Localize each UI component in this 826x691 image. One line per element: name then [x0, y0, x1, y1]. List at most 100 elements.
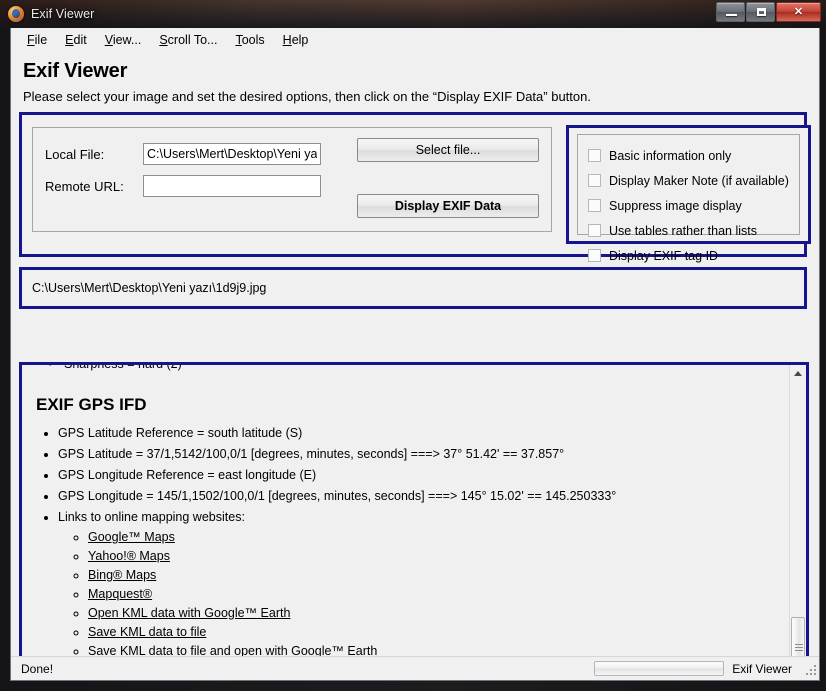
list-item-mapping-links: Links to online mapping websites: Google…: [58, 509, 781, 656]
menu-accel: E: [65, 33, 74, 47]
menu-item-help[interactable]: Help: [274, 31, 318, 49]
link-save-kml-and-open-google-earth[interactable]: Save KML data to file and open with Goog…: [88, 644, 377, 656]
menu-item-label: elp: [291, 33, 309, 47]
options-list: Basic information only Display Maker Not…: [577, 134, 800, 263]
status-message: Done!: [21, 661, 54, 676]
checkbox-icon[interactable]: [588, 174, 601, 187]
menu-accel: H: [282, 33, 292, 47]
status-progress-bar: [594, 661, 725, 676]
option-basic-information-only[interactable]: Basic information only: [588, 143, 789, 168]
resize-grip-icon[interactable]: [804, 663, 816, 675]
scrollbar-thumb[interactable]: [791, 617, 805, 656]
menu-accel: F: [27, 33, 35, 47]
remote-url-row: Remote URL:: [45, 170, 345, 202]
client-area: File Edit View... Scroll To... Tools Hel…: [10, 28, 820, 681]
results-scroll-viewport: Sharpness = hard (2) EXIF GPS IFD GPS La…: [22, 365, 789, 656]
link-mapquest[interactable]: Mapquest®: [88, 587, 152, 601]
option-label: Use tables rather than lists: [609, 223, 757, 238]
menu-bar: File Edit View... Scroll To... Tools Hel…: [11, 28, 819, 52]
option-label: Basic information only: [609, 148, 732, 163]
file-input-group: Local File: Remote URL: Select file... D…: [32, 127, 552, 232]
firefox-icon: [8, 6, 24, 22]
file-path-text: C:\Users\Mert\Desktop\Yeni yazı\1d9j9.jp…: [32, 281, 267, 295]
mapping-links-label: Links to online mapping websites:: [58, 510, 245, 524]
maximize-button[interactable]: [746, 2, 775, 22]
menu-item-label: dit: [73, 33, 87, 47]
local-file-row: Local File:: [45, 138, 345, 170]
menu-accel: S: [159, 33, 168, 47]
link-google-maps[interactable]: Google™ Maps: [88, 530, 175, 544]
list-item: Save KML data to file and open with Goog…: [88, 643, 781, 656]
remote-url-input[interactable]: [143, 175, 321, 197]
menu-item-edit[interactable]: Edit: [56, 31, 96, 49]
page-header: Exif Viewer Please select your image and…: [11, 52, 819, 104]
option-label: Suppress image display: [609, 198, 742, 213]
page-intro-text: Please select your image and set the des…: [23, 89, 591, 104]
menu-item-label: ools: [241, 33, 265, 47]
link-bing-maps[interactable]: Bing® Maps: [88, 568, 156, 582]
checkbox-icon[interactable]: [588, 249, 601, 262]
display-exif-data-button[interactable]: Display EXIF Data: [357, 194, 539, 218]
select-file-button[interactable]: Select file...: [357, 138, 539, 162]
page-title: Exif Viewer: [23, 60, 128, 82]
option-suppress-image-display[interactable]: Suppress image display: [588, 193, 789, 218]
option-display-exif-tag-id[interactable]: Display EXIF tag ID: [588, 243, 789, 268]
option-use-tables-rather-than-lists[interactable]: Use tables rather than lists: [588, 218, 789, 243]
close-button[interactable]: ✕: [776, 2, 821, 22]
local-file-input[interactable]: [143, 143, 321, 165]
list-item: Bing® Maps: [88, 567, 781, 584]
status-bar: Done! Exif Viewer: [11, 656, 819, 680]
options-panel: Basic information only Display Maker Not…: [566, 125, 811, 263]
results-content: Sharpness = hard (2) EXIF GPS IFD GPS La…: [30, 365, 781, 656]
form-left-column: Local File: Remote URL: Select file... D…: [22, 115, 562, 254]
exif-results-panel: Sharpness = hard (2) EXIF GPS IFD GPS La…: [19, 362, 809, 656]
list-item: Open KML data with Google™ Earth: [88, 605, 781, 622]
list-item: GPS Longitude Reference = east longitude…: [58, 467, 781, 484]
scrollbar-grip-icon: [795, 644, 803, 651]
local-file-label: Local File:: [45, 146, 105, 162]
list-item: GPS Longitude = 145/1,1502/100,0/1 [degr…: [58, 488, 781, 505]
list-item: Save KML data to file: [88, 624, 781, 641]
menu-item-scroll-to[interactable]: Scroll To...: [150, 31, 226, 49]
menu-item-tools[interactable]: Tools: [226, 31, 273, 49]
scroll-up-button[interactable]: [790, 365, 806, 382]
remote-url-label: Remote URL:: [45, 178, 124, 194]
checkbox-icon[interactable]: [588, 149, 601, 162]
page-content: Exif Viewer Please select your image and…: [11, 52, 819, 656]
window-title: Exif Viewer: [31, 7, 95, 21]
vertical-scrollbar[interactable]: [789, 365, 806, 656]
checkbox-icon[interactable]: [588, 224, 601, 237]
list-item: Yahoo!® Maps: [88, 548, 781, 565]
minimize-button[interactable]: [716, 2, 745, 22]
menu-accel: V: [104, 33, 113, 47]
minimize-icon: [726, 14, 737, 16]
option-label: Display Maker Note (if available): [609, 173, 789, 188]
option-display-maker-note[interactable]: Display Maker Note (if available): [588, 168, 789, 193]
mapping-links-list: Google™ Maps Yahoo!® Maps Bing® Maps Map…: [58, 529, 781, 656]
menu-item-label: ile: [34, 33, 48, 47]
list-item: GPS Latitude = 37/1,5142/100,0/1 [degree…: [58, 446, 781, 463]
list-item: GPS Latitude Reference = south latitude …: [58, 425, 781, 442]
exif-gps-ifd-heading: EXIF GPS IFD: [36, 395, 147, 414]
file-fields: Local File: Remote URL:: [45, 138, 345, 221]
list-item: Mapquest®: [88, 586, 781, 603]
menu-item-file[interactable]: File: [18, 31, 56, 49]
list-item: Google™ Maps: [88, 529, 781, 546]
input-form-panel: Local File: Remote URL: Select file... D…: [19, 112, 811, 263]
file-path-bar: C:\Users\Mert\Desktop\Yeni yazı\1d9j9.jp…: [19, 267, 807, 309]
link-open-kml-google-earth[interactable]: Open KML data with Google™ Earth: [88, 606, 290, 620]
exif-gps-entry-list: GPS Latitude Reference = south latitude …: [36, 425, 781, 656]
checkbox-icon[interactable]: [588, 199, 601, 212]
form-buttons: Select file... Display EXIF Data: [345, 138, 539, 221]
close-icon: ✕: [793, 6, 804, 18]
title-bar[interactable]: Exif Viewer ✕: [0, 0, 826, 28]
link-yahoo-maps[interactable]: Yahoo!® Maps: [88, 549, 170, 563]
window-controls: ✕: [715, 2, 821, 22]
clipped-previous-entry: Sharpness = hard (2): [64, 365, 781, 371]
menu-item-label: iew...: [112, 33, 142, 47]
status-app-label: Exif Viewer: [732, 661, 792, 676]
menu-item-view[interactable]: View...: [96, 31, 151, 49]
menu-item-label: croll To...: [167, 33, 218, 47]
option-label: Display EXIF tag ID: [609, 248, 719, 263]
link-save-kml-to-file[interactable]: Save KML data to file: [88, 625, 206, 639]
